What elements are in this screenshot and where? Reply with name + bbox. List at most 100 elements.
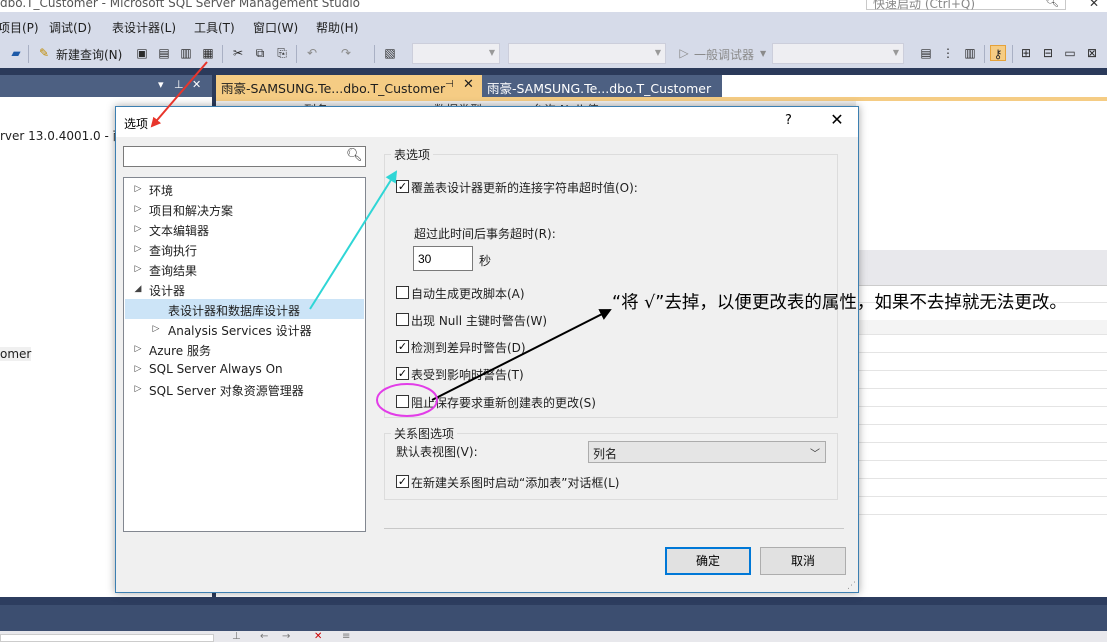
- mdx-query-icon[interactable]: ▤: [156, 45, 172, 61]
- tree-item-table-database-designers[interactable]: 表设计器和数据库设计器: [125, 299, 364, 319]
- diff-warning-label: 检测到差异时警告(D): [411, 341, 526, 355]
- expand-arrow-icon[interactable]: ▷: [133, 383, 143, 395]
- forward-icon[interactable]: →: [282, 631, 290, 642]
- help-button[interactable]: ?: [785, 113, 792, 128]
- expand-arrow-icon[interactable]: ▷: [133, 343, 143, 355]
- properties-icon[interactable]: ▤: [918, 45, 934, 61]
- default-view-select[interactable]: 列名 ﹀: [588, 441, 826, 463]
- paste-icon[interactable]: ⎘: [274, 45, 290, 61]
- tab-close-icon[interactable]: ✕: [463, 77, 474, 92]
- object-explorer-icon[interactable]: ⋮: [940, 45, 956, 61]
- indexes-icon[interactable]: ⊟: [1040, 45, 1056, 61]
- tree-item-designers[interactable]: ◢ 设计器: [124, 279, 365, 299]
- title-bar: dbo.T_Customer - Microsoft SQL Server Ma…: [0, 0, 1107, 12]
- delete-icon[interactable]: ✕: [314, 631, 322, 642]
- bottom-field[interactable]: [0, 634, 214, 642]
- chevron-down-icon: ﹀: [810, 449, 820, 460]
- tree-item-query-execution[interactable]: ▷ 查询执行: [124, 239, 365, 259]
- annotation-text: “将 √”去掉，以便更改表的属性，如果不去掉就无法更改。: [612, 293, 1067, 313]
- template-explorer-icon[interactable]: ▥: [962, 45, 978, 61]
- generate-script-icon[interactable]: ⊠: [1084, 45, 1100, 61]
- column-properties-grid: [858, 286, 1107, 597]
- xmla-query-icon[interactable]: ▦: [200, 45, 216, 61]
- platform-combo[interactable]: ▼: [772, 43, 904, 64]
- expand-arrow-icon[interactable]: ▷: [133, 243, 143, 255]
- panel-dropdown-icon[interactable]: ▾: [158, 78, 164, 91]
- timeout-input[interactable]: [413, 246, 473, 271]
- expand-arrow-icon[interactable]: ▷: [133, 203, 143, 215]
- menu-help[interactable]: 帮助(H): [316, 19, 358, 36]
- resize-grip-icon[interactable]: ⋰: [847, 581, 856, 591]
- tree-item-label: 文本编辑器: [149, 224, 210, 238]
- list-icon[interactable]: ≡: [342, 631, 350, 642]
- check-constraints-icon[interactable]: ▭: [1062, 45, 1078, 61]
- table-node[interactable]: omer: [0, 347, 32, 361]
- menu-window[interactable]: 窗口(W): [253, 19, 298, 36]
- new-query-icon[interactable]: ✎: [36, 45, 52, 61]
- null-warning-checkbox[interactable]: [396, 313, 409, 326]
- pin-icon[interactable]: ⊥: [174, 78, 184, 91]
- expand-arrow-icon[interactable]: ▷: [133, 263, 143, 275]
- tree-item-label: Azure 服务: [149, 344, 211, 358]
- affected-warning-label: 表受到影响时警告(T): [411, 368, 524, 382]
- menu-debug[interactable]: 调试(D): [49, 19, 92, 36]
- undo-icon[interactable]: ↶: [304, 45, 320, 61]
- tree-item-projects-solutions[interactable]: ▷ 项目和解决方案: [124, 199, 365, 219]
- dmx-query-icon[interactable]: ▥: [178, 45, 194, 61]
- activity-monitor-icon[interactable]: ▧: [382, 45, 398, 61]
- window-close-icon[interactable]: ✕: [1084, 0, 1104, 10]
- save-all-icon[interactable]: ▰: [8, 45, 24, 61]
- diff-warning-checkbox[interactable]: ✓: [396, 340, 409, 353]
- redo-icon[interactable]: ↷: [338, 45, 354, 61]
- options-search-input[interactable]: [127, 148, 342, 165]
- expand-arrow-icon[interactable]: ▷: [133, 183, 143, 195]
- debugger-label[interactable]: 一般调试器: [694, 46, 754, 63]
- relationships-icon[interactable]: ⊞: [1018, 45, 1034, 61]
- options-search-box[interactable]: 🔍︎: [123, 146, 366, 167]
- menu-project[interactable]: 项目(P): [0, 19, 39, 36]
- tree-item-always-on[interactable]: ▷ SQL Server Always On: [124, 359, 365, 379]
- database-query-icon[interactable]: ▣: [134, 45, 150, 61]
- tree-item-label: Analysis Services 设计器: [168, 324, 312, 338]
- pin-icon[interactable]: ⊣: [445, 79, 454, 90]
- add-table-dialog-checkbox[interactable]: ✓: [396, 475, 409, 488]
- expand-arrow-icon[interactable]: ▷: [133, 223, 143, 235]
- tree-item-query-results[interactable]: ▷ 查询结果: [124, 259, 365, 279]
- toolbar-separator: [984, 45, 985, 63]
- bottom-splitter[interactable]: [0, 597, 1107, 605]
- cut-icon[interactable]: ✂: [230, 45, 246, 61]
- override-timeout-checkbox[interactable]: ✓: [396, 180, 409, 193]
- set-primary-key-icon[interactable]: ⚷: [990, 45, 1006, 61]
- bottom-tool-icon[interactable]: ⊥: [232, 631, 241, 642]
- new-query-button[interactable]: 新建查询(N): [56, 46, 122, 63]
- tab-table-designer-inactive[interactable]: 雨豪-SAMSUNG.Te...dbo.T_Customer: [482, 75, 722, 97]
- panel-close-icon[interactable]: ✕: [192, 78, 201, 91]
- start-debug-icon[interactable]: ▷: [676, 45, 692, 61]
- tree-item-analysis-services-designers[interactable]: ▷ Analysis Services 设计器: [124, 319, 365, 339]
- database-combo[interactable]: ▼: [412, 43, 500, 64]
- collapse-arrow-icon[interactable]: ◢: [133, 283, 143, 295]
- copy-icon[interactable]: ⧉: [252, 45, 268, 61]
- tree-item-azure-services[interactable]: ▷ Azure 服务: [124, 339, 365, 359]
- ok-button[interactable]: 确定: [665, 547, 751, 575]
- chevron-down-icon[interactable]: ▼: [760, 49, 766, 58]
- tree-item-object-explorer[interactable]: ▷ SQL Server 对象资源管理器: [124, 379, 365, 399]
- menu-table-designer[interactable]: 表设计器(L): [112, 19, 176, 36]
- prevent-save-checkbox[interactable]: [396, 395, 409, 408]
- affected-warning-checkbox[interactable]: ✓: [396, 367, 409, 380]
- tree-item-text-editor[interactable]: ▷ 文本编辑器: [124, 219, 365, 239]
- expand-arrow-icon[interactable]: ▷: [151, 323, 161, 335]
- tree-item-label: 表设计器和数据库设计器: [168, 304, 301, 318]
- solution-config-combo[interactable]: ▼: [508, 43, 666, 64]
- server-node[interactable]: rver 13.0.4001.0 - 雨: [0, 127, 125, 144]
- quick-launch-input[interactable]: 快速启动 (Ctrl+Q) 🔍︎: [866, 0, 1066, 11]
- expand-arrow-icon[interactable]: ▷: [133, 363, 143, 375]
- menu-tools[interactable]: 工具(T): [194, 19, 235, 36]
- back-icon[interactable]: ←: [260, 631, 268, 642]
- auto-script-checkbox[interactable]: [396, 286, 409, 299]
- tab-table-designer-active[interactable]: 雨豪-SAMSUNG.Te...dbo.T_Customer ⊣ ✕: [216, 75, 482, 97]
- tree-item-environment[interactable]: ▷ 环境: [124, 179, 365, 199]
- cancel-button[interactable]: 取消: [760, 547, 846, 575]
- close-icon[interactable]: ✕: [822, 110, 852, 134]
- tree-item-label: 项目和解决方案: [149, 204, 234, 218]
